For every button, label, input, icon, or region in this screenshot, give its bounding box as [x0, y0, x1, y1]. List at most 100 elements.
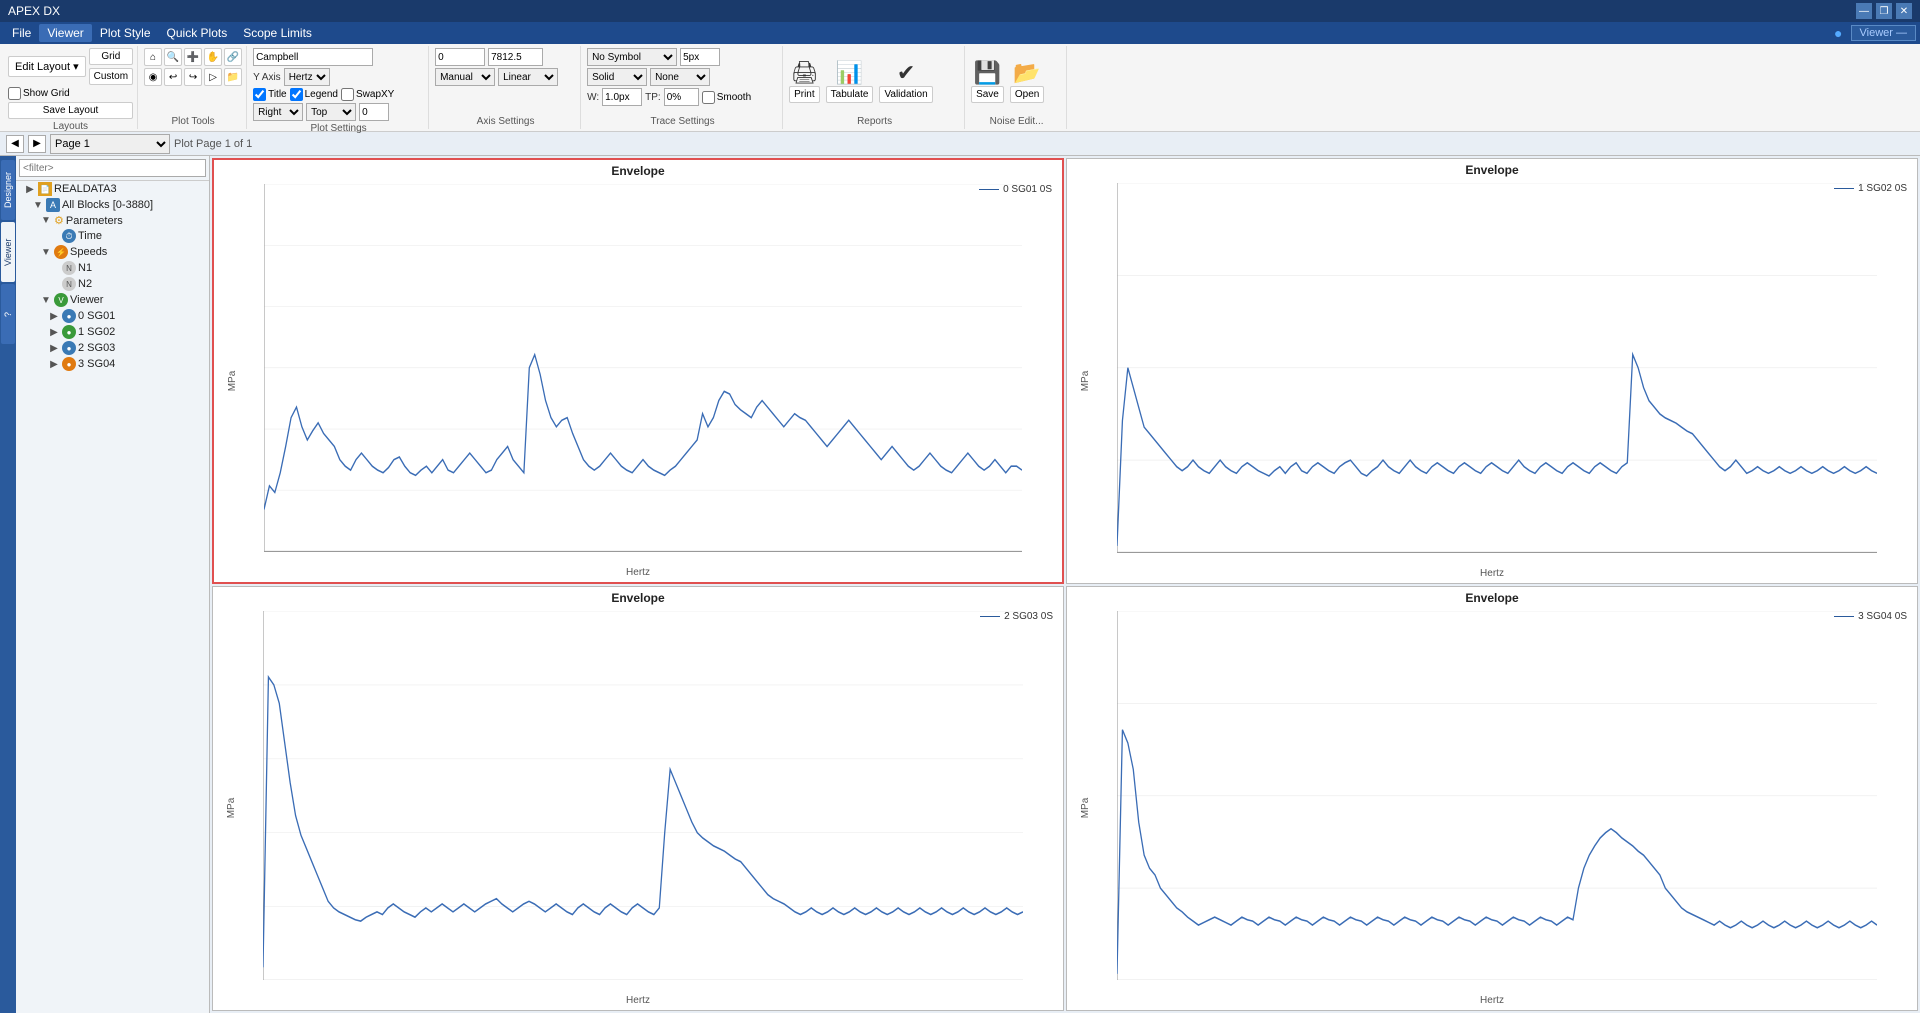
minimize-button[interactable]: —	[1856, 3, 1872, 19]
menu-file[interactable]: File	[4, 24, 39, 42]
tool-2[interactable]: ↩	[164, 68, 182, 86]
y-min-input[interactable]	[435, 48, 485, 66]
symbol-size-input[interactable]	[680, 48, 720, 66]
none-fill-select[interactable]: None	[650, 68, 710, 86]
nav-zoom-out[interactable]: ➕	[184, 48, 202, 66]
print-icon: 🖨	[790, 60, 818, 86]
tree-item-parameters[interactable]: ▼ ⚙ Parameters	[16, 213, 209, 228]
menu-scope-limits[interactable]: Scope Limits	[235, 24, 320, 42]
tree-item-n1[interactable]: N N1	[16, 260, 209, 276]
chart-title-2: Envelope	[1067, 159, 1917, 179]
sidebar-tab-viewer[interactable]: Viewer	[1, 222, 15, 282]
chart-svg-element-3: 0 0.1 0.2 0.3 0.4 0.5 0 1,000 2,000 3,00…	[263, 611, 1023, 981]
axis-settings-group: Manual Linear Axis Settings	[431, 46, 581, 129]
trace-settings-top: No Symbol Solid None W: TP: Smooth	[587, 48, 778, 114]
tree-item-sg02[interactable]: ▶ ● 1 SG02	[16, 324, 209, 340]
sidebar-tab-designer[interactable]: Designer	[1, 160, 15, 220]
edit-layout-button[interactable]: Edit Layout ▾	[8, 56, 86, 77]
solid-select[interactable]: Solid	[587, 68, 647, 86]
chart-panel-4[interactable]: Envelope 3 SG04 0S MPa Hertz 0 0.2	[1066, 586, 1918, 1012]
swapxy-checkbox[interactable]: SwapXY	[341, 88, 394, 101]
tree-item-sg04[interactable]: ▶ ● 3 SG04	[16, 356, 209, 372]
show-grid-checkbox[interactable]: Show Grid	[8, 87, 70, 100]
app-title: APEX DX	[8, 4, 60, 18]
legend-checkbox[interactable]: Legend	[290, 88, 338, 101]
tool-1[interactable]: ◉	[144, 68, 162, 86]
chart-panel-1[interactable]: Envelope 0 SG01 0S MPa Hertz	[212, 158, 1064, 584]
sidebar-tab-help[interactable]: ?	[1, 284, 15, 344]
w-input[interactable]	[602, 88, 642, 106]
chart-title-1: Envelope	[214, 160, 1062, 180]
smooth-checkbox[interactable]: Smooth	[702, 91, 751, 104]
tree-item-sg01[interactable]: ▶ ● 0 SG01	[16, 308, 209, 324]
y-max-input[interactable]	[488, 48, 543, 66]
print-button[interactable]: Print	[789, 86, 820, 103]
open-icon: 📂	[1013, 60, 1040, 86]
linear-select[interactable]: Linear	[498, 68, 558, 86]
save-button[interactable]: Save	[971, 86, 1004, 103]
tree-item-realdata3[interactable]: ▶ 📄 REALDATA3	[16, 181, 209, 197]
nav-home[interactable]: ⌂	[144, 48, 162, 66]
title-checkbox[interactable]: Title	[253, 88, 287, 101]
plot-tools-group: ⌂ 🔍 ➕ ✋ 🔗 ◉ ↩ ↪ ▷ 📁 Plot Tools	[140, 46, 247, 129]
open-button[interactable]: Open	[1010, 86, 1044, 103]
chart-svg-element-4: 0 0.2 0.4 0.6 0.8 0 1,000 2,000 3,000 4,…	[1117, 611, 1877, 981]
nav-link[interactable]: 🔗	[224, 48, 242, 66]
chart-panel-2[interactable]: Envelope 1 SG02 0S MPa Hertz 0 0.2	[1066, 158, 1918, 584]
tree-item-time[interactable]: ⏱ Time	[16, 228, 209, 244]
tree-item-n2[interactable]: N N2	[16, 276, 209, 292]
page-prev[interactable]: ◀	[6, 135, 24, 153]
manual-select[interactable]: Manual	[435, 68, 495, 86]
layouts-label: Layouts	[8, 119, 133, 132]
tp-input[interactable]	[664, 88, 699, 106]
tree-icon-sg01: ●	[62, 309, 76, 323]
menu-viewer[interactable]: Viewer	[39, 24, 91, 42]
filter-box	[16, 156, 209, 181]
noise-edit-label: Noise Edit...	[971, 114, 1062, 127]
custom-button[interactable]: Custom	[89, 68, 133, 85]
page-select[interactable]: Page 1	[50, 134, 170, 154]
title-bar: APEX DX — ❐ ✕	[0, 0, 1920, 22]
tree-item-speeds[interactable]: ▼ ⚡ Speeds	[16, 244, 209, 260]
align-select[interactable]: Right	[253, 103, 303, 121]
tree-icon-all-blocks: A	[46, 198, 60, 212]
no-symbol-select[interactable]: No Symbol	[587, 48, 677, 66]
save-layout-button[interactable]: Save Layout	[8, 102, 133, 119]
show-grid-input[interactable]	[8, 87, 21, 100]
tree-icon-sg04: ●	[62, 357, 76, 371]
plot-settings-label: Plot Settings	[253, 121, 424, 134]
plot-tools-label: Plot Tools	[171, 114, 214, 127]
plot-name-input[interactable]	[253, 48, 373, 66]
nav-zoom-in[interactable]: 🔍	[164, 48, 182, 66]
chart-x-label-3: Hertz	[626, 995, 650, 1006]
chart-panel-3[interactable]: Envelope 2 SG03 0S MPa Hertz 0	[212, 586, 1064, 1012]
nav-pan[interactable]: ✋	[204, 48, 222, 66]
tabulate-button[interactable]: Tabulate	[826, 86, 874, 103]
menu-bar: File Viewer Plot Style Quick Plots Scope…	[0, 22, 1920, 44]
status-icon: ●	[1834, 25, 1842, 41]
offset-input[interactable]	[359, 103, 389, 121]
chart-title-4: Envelope	[1067, 587, 1917, 607]
page-next[interactable]: ▶	[28, 135, 46, 153]
grid-button[interactable]: Grid	[89, 48, 133, 65]
close-button[interactable]: ✕	[1896, 3, 1912, 19]
tree-item-sg03[interactable]: ▶ ● 2 SG03	[16, 340, 209, 356]
noise-edit-group: 💾 Save 📂 Open Noise Edit...	[967, 46, 1067, 129]
validation-button[interactable]: Validation	[879, 86, 932, 103]
restore-button[interactable]: ❐	[1876, 3, 1892, 19]
reports-top: 🖨 Print 📊 Tabulate ✔ Validation	[789, 48, 960, 114]
chart-svg-element-1: 0 0.2 0.4 0.6 0.8 1.0 1.2 0 1,000 2,000 …	[264, 184, 1022, 552]
menu-quick-plots[interactable]: Quick Plots	[159, 24, 236, 42]
layouts-top: Edit Layout ▾ Grid Custom	[8, 48, 133, 85]
tool-3[interactable]: ↪	[184, 68, 202, 86]
y-axis-select[interactable]: Hertz	[284, 68, 330, 86]
chart-y-label-2: MPa	[1080, 370, 1091, 391]
top-select[interactable]: Top	[306, 103, 356, 121]
tree-item-viewer[interactable]: ▼ V Viewer	[16, 292, 209, 308]
tool-5[interactable]: 📁	[224, 68, 242, 86]
tree-icon-parameters: ⚙	[54, 214, 64, 227]
tree-item-all-blocks[interactable]: ▼ A All Blocks [0-3880]	[16, 197, 209, 213]
tool-4[interactable]: ▷	[204, 68, 222, 86]
menu-plot-style[interactable]: Plot Style	[92, 24, 159, 42]
filter-input[interactable]	[19, 159, 206, 177]
